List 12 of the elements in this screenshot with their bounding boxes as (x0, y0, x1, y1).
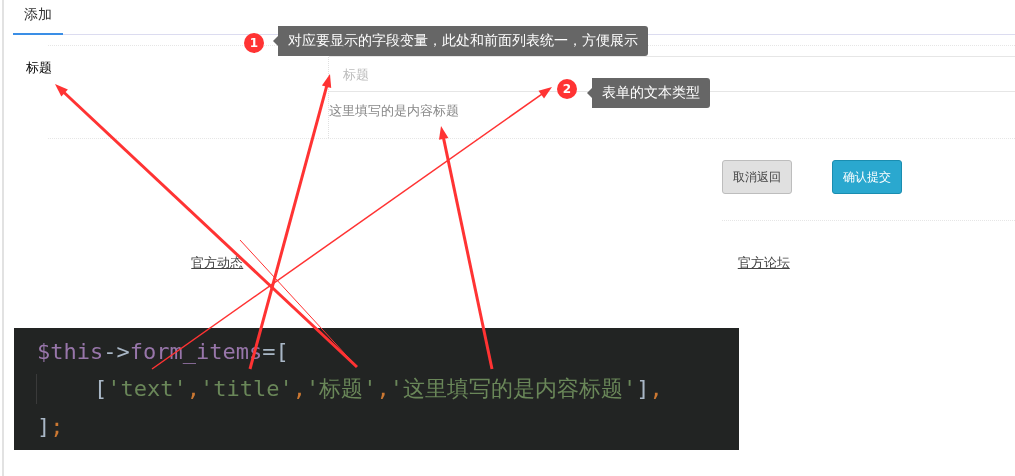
code-line: ['text','title','标题','这里填写的是内容标题'], (36, 374, 663, 404)
cancel-button[interactable]: 取消返回 (722, 160, 792, 194)
code-line: ]; (36, 414, 64, 439)
help-text: 这里填写的是内容标题 (329, 102, 459, 120)
field-label: 标题 (25, 59, 53, 77)
number-badge: 2 (557, 79, 577, 99)
callout: 表单的文本类型 (586, 78, 710, 108)
callout: 对应要显示的字段变量，此处和前面列表统一，方便展示 (272, 26, 648, 56)
tab[interactable]: 添加 (13, 0, 63, 35)
number-badge: 1 (244, 33, 264, 53)
footer-link[interactable]: 官方论坛 (737, 254, 790, 272)
footer-link[interactable]: 官方动态 (191, 254, 244, 272)
